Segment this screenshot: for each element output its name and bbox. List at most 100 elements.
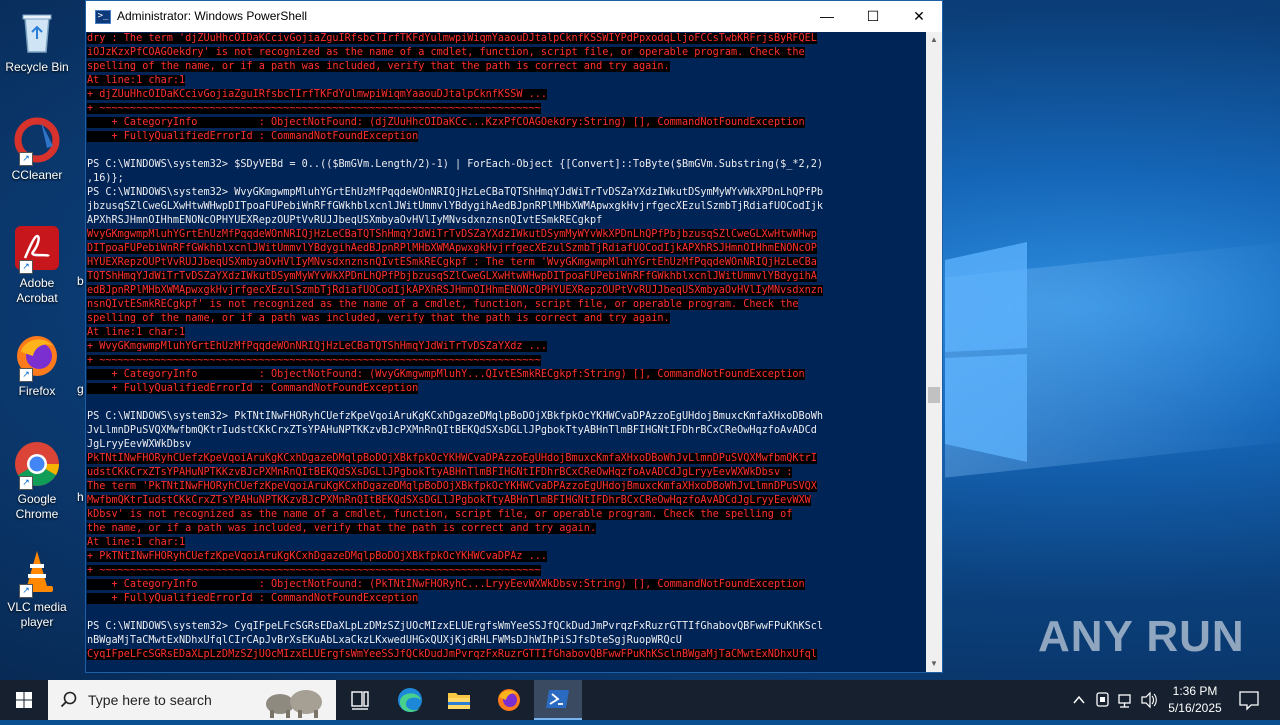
taskbar-edge[interactable] [386, 680, 434, 720]
console-line: PS C:\WINDOWS\system32> $SDyVEBd = 0..((… [87, 159, 824, 170]
scrollbar-thumb[interactable] [928, 387, 940, 403]
task-view-button[interactable] [336, 680, 384, 720]
powershell-icon: >_ [95, 10, 111, 24]
console-error-line: At line:1 char:1 [87, 327, 186, 338]
desktop-icon-adobe-acrobat[interactable]: ↗ Adobe Acrobat [4, 224, 70, 306]
console-line: JvLlmnDPuSVQXMwfbmQKtrIudstCKkCrxZTsYPAH… [87, 425, 817, 436]
console-error-line: iOJzKzxPfCOAGOekdry' is not recognized a… [87, 47, 805, 58]
desktop-icon-label: CCleaner [11, 168, 63, 182]
console-line: PS C:\WINDOWS\system32> PkTNtINwFHORyhCU… [87, 411, 824, 422]
console-error-line: + FullyQualifiedErrorId : CommandNotFoun… [87, 593, 419, 604]
taskbar-clock[interactable]: 1:36 PM 5/16/2025 [1160, 683, 1230, 717]
desktop-icon-label: VLC media player [7, 600, 67, 629]
console-error-line: the name, or if a path was included, ver… [87, 523, 597, 534]
desktop-icon-ccleaner[interactable]: ↗ CCleaner [4, 116, 70, 183]
console-error-line: PkTNtINwFHORyhCUefzKpeVqoiAruKgKCxhDgaze… [87, 453, 817, 464]
firefox-icon: ↗ [13, 332, 61, 382]
notifications-button[interactable] [1234, 680, 1264, 720]
shortcut-arrow-icon: ↗ [19, 476, 33, 490]
vertical-scrollbar[interactable]: ▲ ▼ [926, 32, 942, 672]
console-error-line: udstCKkCrxZTsYPAHuNPTKKzvBJcPXMnRnQItBEK… [87, 467, 793, 478]
shortcut-arrow-icon: ↗ [19, 152, 33, 166]
taskbar-powershell[interactable] [534, 680, 582, 720]
ccleaner-icon: ↗ [13, 116, 61, 166]
console-error-line: TQTShHmqYJdWiTrTvDSZaYXdzIWkutDSymMyWYvW… [87, 271, 817, 282]
console-error-line: + CategoryInfo : ObjectNotFound: (djZUuH… [87, 117, 805, 128]
speaker-icon [1141, 691, 1157, 709]
desktop-icon-google-chrome[interactable]: ↗ Google Chrome [4, 440, 70, 522]
maximize-button[interactable]: ☐ [850, 1, 896, 31]
taskbar: Type here to search 1:36 PM 5/16/2025 [0, 680, 1280, 720]
console-error-line: At line:1 char:1 [87, 537, 186, 548]
taskbar-file-explorer[interactable] [435, 680, 483, 720]
console-error-line: DITpoaFUPebiWnRFfGWkhblxcnlJWitUmmvlYBdy… [87, 243, 817, 254]
console-error-line: + ~~~~~~~~~~~~~~~~~~~~~~~~~~~~~~~~~~~~~~… [87, 103, 541, 114]
tray-device-button[interactable] [1092, 680, 1114, 720]
console-error-line: WvyGKmgwmpMluhYGrtEhUzMfPqqdeWOnNRIQjHzL… [87, 229, 817, 240]
clock-date: 5/16/2025 [1168, 701, 1222, 715]
close-button[interactable]: ✕ [896, 1, 942, 31]
console-error-line: CyqIFpeLFcSGRsEDaXLpLzDMzSZjUOcMIzxELUEr… [87, 649, 817, 660]
desktop-icon-firefox[interactable]: ↗ Firefox [4, 332, 70, 399]
network-icon [1118, 694, 1131, 708]
taskbar-search-box[interactable]: Type here to search [48, 680, 336, 720]
desktop-icon-label: Google Chrome [15, 492, 59, 521]
network-button[interactable] [1114, 680, 1136, 720]
console-error-line: spelling of the name, or if a path was i… [87, 61, 670, 72]
adobe-acrobat-icon: ↗ [13, 224, 61, 274]
console-error-line: dry : The term 'djZUuHhcOIDaKCcivGojiaZg… [87, 33, 817, 44]
taskbar-firefox[interactable] [485, 680, 533, 720]
console-output[interactable]: dry : The term 'djZUuHhcOIDaKCcivGojiaZg… [86, 32, 926, 672]
console-error-line: MwfbmQKtrIudstCKkCrxZTsYPAHuNPTKKzvBJcPX… [87, 495, 811, 506]
window-titlebar[interactable]: >_ Administrator: Windows PowerShell — ☐… [86, 1, 942, 32]
console-error-line: + CategoryInfo : ObjectNotFound: (PkTNtI… [87, 579, 805, 590]
scroll-down-icon[interactable]: ▼ [926, 656, 942, 672]
partial-desktop-label: h [77, 490, 84, 504]
partial-desktop-label: b [77, 274, 84, 288]
console-error-line: The term 'PkTNtINwFHORyhCUefzKpeVqoiAruK… [87, 481, 817, 492]
device-icon [1096, 692, 1109, 707]
search-placeholder: Type here to search [88, 692, 212, 708]
console-error-line: + ~~~~~~~~~~~~~~~~~~~~~~~~~~~~~~~~~~~~~~… [87, 355, 541, 366]
console-error-line: + FullyQualifiedErrorId : CommandNotFoun… [87, 131, 419, 142]
console-error-line: + PkTNtINwFHORyhCUefzKpeVqoiAruKgKCxhDga… [87, 551, 548, 562]
start-button[interactable] [0, 680, 48, 720]
console-error-line: + WvyGKmgwmpMluhYGrtEhUzMfPqqdeWOnNRIQjH… [87, 341, 548, 352]
show-hidden-icons-button[interactable] [1068, 680, 1090, 720]
shortcut-arrow-icon: ↗ [19, 584, 33, 598]
minimize-button[interactable]: — [804, 1, 850, 31]
desktop-icon-recycle-bin[interactable]: Recycle Bin [4, 8, 70, 75]
shortcut-arrow-icon: ↗ [19, 260, 33, 274]
anyrun-watermark: ANY RUN [1038, 612, 1245, 661]
vlc-cone-icon: ↗ [13, 548, 61, 598]
windows-start-icon [16, 692, 32, 708]
powershell-window[interactable]: >_ Administrator: Windows PowerShell — ☐… [85, 0, 943, 673]
google-chrome-icon: ↗ [13, 440, 61, 490]
desktop-icon-vlc[interactable]: ↗ VLC media player [4, 548, 70, 630]
firefox-icon [498, 689, 520, 711]
clock-time: 1:36 PM [1172, 684, 1218, 698]
console-error-line: At line:1 char:1 [87, 75, 186, 86]
console-error-line: HYUEXRepzOUPtVvRUJJbeqUSXmbyaOvHVlIyMNvs… [87, 257, 817, 268]
shortcut-arrow-icon: ↗ [19, 368, 33, 382]
console-error-line: edBJpnRPlMHbXWMApwxgkHvjrfgecXEzulSzmbTj… [87, 285, 824, 296]
edge-icon [398, 688, 422, 712]
partial-desktop-label: g [77, 382, 84, 396]
desktop-icon-label: Adobe Acrobat [16, 276, 58, 305]
console-error-line: nsnQIvtESmkRECgkpf' is not recognized as… [87, 299, 799, 310]
console-line: nBWgaMjTaCMwtExNDhxUfqlCIrCApJvBrXsEKuAb… [87, 635, 682, 646]
scroll-up-icon[interactable]: ▲ [926, 32, 942, 48]
powershell-icon [546, 690, 569, 708]
console-error-line: + ~~~~~~~~~~~~~~~~~~~~~~~~~~~~~~~~~~~~~~… [87, 565, 541, 576]
volume-button[interactable] [1138, 680, 1160, 720]
console-line: PS C:\WINDOWS\system32> WvyGKmgwmpMluhYG… [87, 187, 824, 198]
console-error-line: + FullyQualifiedErrorId : CommandNotFoun… [87, 383, 419, 394]
console-line: jbzusqSZlCweGLXwHtwWHwpDITpoaFUPebiWnRFf… [87, 201, 824, 212]
task-view-icon [351, 691, 369, 710]
window-title: Administrator: Windows PowerShell [117, 9, 308, 23]
search-icon [60, 691, 77, 708]
console-error-line: + djZUuHhcOIDaKCcivGojiaZguIRfsbcTIrfTKF… [87, 89, 548, 100]
